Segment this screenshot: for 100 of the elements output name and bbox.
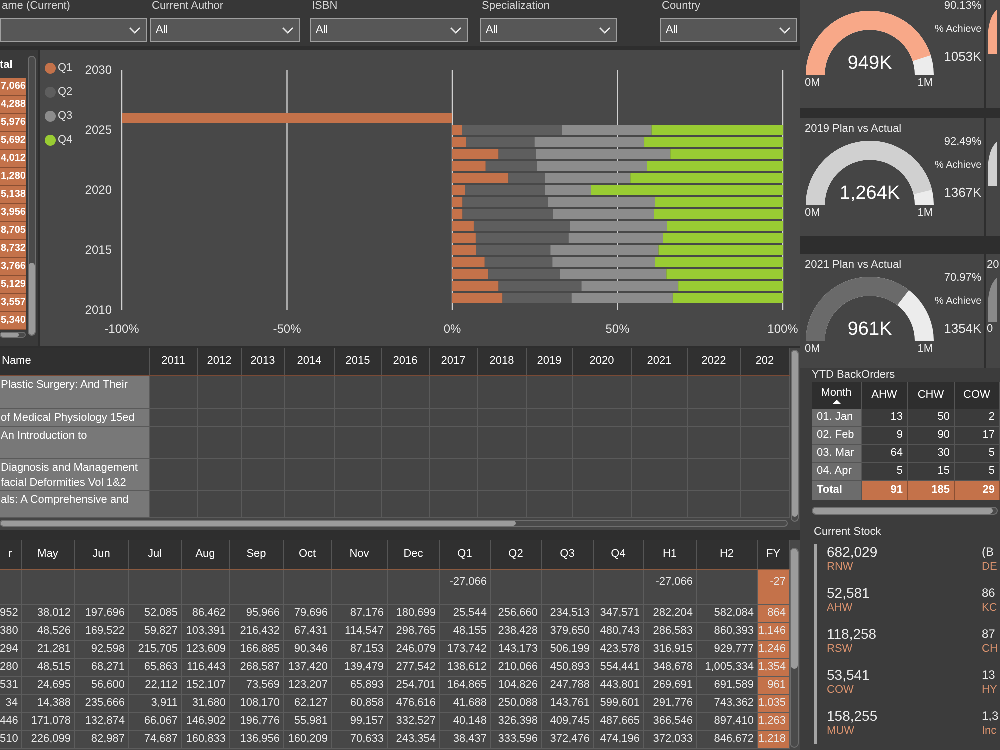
table-cell: [129, 570, 182, 605]
row-header: 01. Jan: [812, 409, 862, 427]
percent-value: 90.13%: [944, 0, 982, 13]
column-header: Q3: [542, 540, 594, 569]
table-cell: 25,544: [440, 605, 491, 623]
table-cell: 366,546: [644, 713, 697, 731]
table-cell: 169,522: [75, 623, 129, 641]
table-cell: 243,354: [388, 731, 440, 749]
table-cell: 21,281: [22, 641, 75, 659]
table-cell: 139,479: [332, 659, 388, 677]
legend-label: Q4: [58, 132, 73, 148]
table-cell: 1,354: [758, 659, 790, 677]
scrollbar-thumb[interactable]: [791, 549, 798, 669]
table-cell: 171,078: [22, 713, 75, 731]
warehouse-label: AHW: [827, 602, 853, 615]
table-cell: 599,601: [594, 695, 644, 713]
scrollbar-thumb[interactable]: [792, 351, 798, 517]
table-cell: [382, 376, 430, 409]
scale-min-label: 0M: [805, 342, 820, 356]
filter-label: ISBN: [311, 0, 338, 12]
scale-min-label: 0M: [805, 206, 820, 220]
table-cell: 114,547: [332, 623, 388, 641]
table-cell: 73,569: [230, 677, 284, 695]
table-cell: 316,915: [644, 641, 697, 659]
table-cell: 1,280: [0, 168, 26, 186]
legend-label: Q1: [58, 60, 73, 76]
table-cell: 743,362: [697, 695, 758, 713]
table-cell: 52,085: [129, 605, 182, 623]
table-cell: [242, 376, 285, 409]
dropdown[interactable]: [0, 18, 147, 42]
scrollbar-thumb[interactable]: [1, 521, 516, 526]
table-cell: 531: [0, 677, 22, 695]
column-header: Q1: [440, 540, 491, 569]
table-cell: 185: [908, 481, 955, 500]
table-cell: 3,956: [0, 204, 26, 222]
table-cell: 65,863: [129, 659, 182, 677]
column-header: Sep: [230, 540, 284, 569]
axis-label: 2015: [85, 243, 112, 257]
column-header: 2020: [573, 348, 632, 375]
table-cell: 5,976: [0, 114, 26, 132]
table-cell: 952: [0, 605, 22, 623]
column-header: 2022: [688, 348, 741, 375]
column-header: 2013: [242, 348, 285, 375]
table-cell: 691,589: [697, 677, 758, 695]
scrollbar-thumb[interactable]: [29, 263, 35, 335]
stock-value: 86: [982, 585, 996, 602]
column-header: Jun: [75, 540, 129, 569]
table-cell: 90,346: [284, 641, 332, 659]
table-cell: 79,696: [284, 605, 332, 623]
table-cell: 247,788: [542, 677, 594, 695]
table-cell: 68,271: [75, 659, 129, 677]
stock-value: 52,581: [827, 585, 870, 602]
stock-value: 158,255: [827, 708, 878, 725]
table-cell: 254,701: [388, 677, 440, 695]
table-cell: 256,660: [491, 605, 542, 623]
table-cell: 55,981: [284, 713, 332, 731]
warehouse-label: Inc: [982, 725, 997, 738]
table-cell: 160,833: [182, 731, 230, 749]
scrollbar-thumb[interactable]: [1, 333, 19, 337]
table-cell: [688, 376, 741, 409]
percent-value: 70.97%: [944, 272, 982, 285]
table-cell: [150, 427, 198, 459]
table-cell: 56,600: [75, 677, 129, 695]
table-cell: 48,526: [22, 623, 75, 641]
warehouse-label: DE: [982, 561, 998, 574]
table-cell: 3,911: [129, 695, 182, 713]
percent-value: 92.49%: [944, 136, 982, 149]
dropdown[interactable]: All: [310, 18, 468, 42]
table-cell: 506,199: [542, 641, 594, 659]
scrollbar-thumb[interactable]: [813, 508, 993, 514]
stock-value: 13: [982, 667, 996, 684]
scale-min-label: 0M: [805, 76, 820, 90]
table-cell: 41,688: [440, 695, 491, 713]
table-cell: 291,776: [644, 695, 697, 713]
filter-label: ame (Current): [1, 0, 70, 12]
percent-caption: % Achieve: [935, 159, 982, 172]
table-cell: 62,127: [284, 695, 332, 713]
table-cell: -27,066: [644, 570, 697, 605]
stock-value: 118,258: [827, 626, 877, 643]
table-cell: 294: [0, 641, 22, 659]
table-cell: 5: [955, 463, 1000, 481]
warehouse-label: HY: [982, 684, 998, 697]
table-cell: 108,170: [230, 695, 284, 713]
dropdown[interactable]: All: [480, 18, 617, 42]
table-cell: 476,616: [388, 695, 440, 713]
column-header: 2014: [285, 348, 335, 375]
table-cell: 38,012: [22, 605, 75, 623]
table-cell: 123,207: [284, 677, 332, 695]
table-cell: [594, 570, 644, 605]
stock-value: (B: [982, 544, 994, 561]
table-cell: 70,633: [332, 731, 388, 749]
dropdown[interactable]: All: [660, 18, 797, 42]
column-header: Q4: [594, 540, 644, 569]
table-cell: 5: [862, 463, 908, 481]
table-cell: 3,766: [0, 258, 26, 276]
dropdown[interactable]: All: [150, 18, 300, 42]
table-cell: 74,687: [129, 731, 182, 749]
column-header: H2: [697, 540, 758, 569]
table-cell: 143,173: [491, 641, 542, 659]
table-cell: [230, 570, 284, 605]
